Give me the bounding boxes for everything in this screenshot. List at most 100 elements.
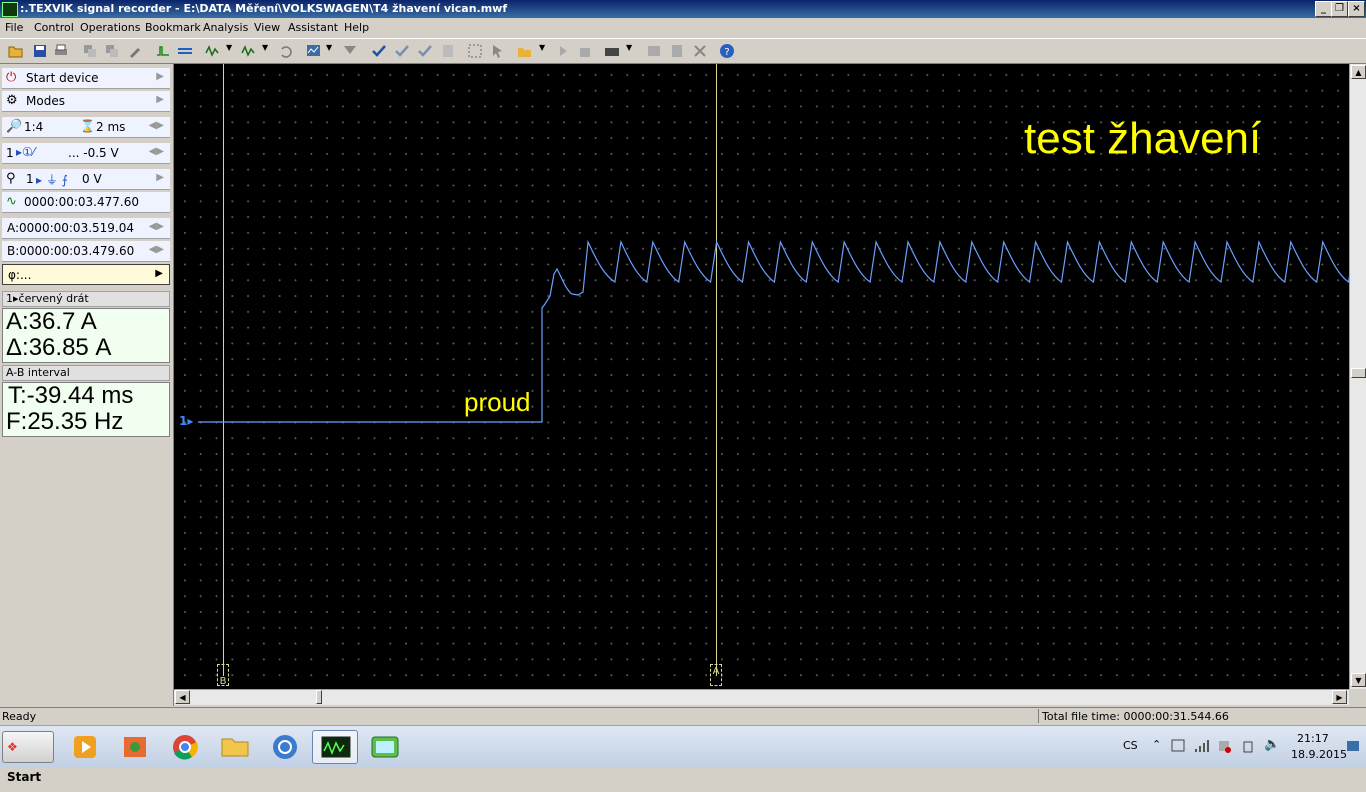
stepper-arrows-icon[interactable]: ◀▶ — [149, 120, 164, 131]
zoom-value: 1:4 — [24, 120, 44, 134]
zoom-wave-icon[interactable] — [306, 43, 322, 59]
show-hidden-icons-icon[interactable]: ⌃ — [1152, 738, 1161, 751]
trigger-channel: 1 — [26, 172, 34, 186]
paint-taskbar-icon[interactable] — [112, 730, 158, 764]
check-all-icon[interactable] — [417, 43, 433, 59]
modes-item[interactable]: ⚙ Modes ▶ — [2, 91, 170, 112]
bus-icon[interactable] — [177, 43, 193, 59]
notification-icon[interactable] — [1346, 740, 1362, 754]
cursor-a-row[interactable]: A:0000:00:03.519.04 ◀▶ — [2, 218, 170, 239]
document-icon[interactable] — [440, 43, 456, 59]
wave-icon[interactable] — [241, 43, 257, 59]
scroll-right-icon[interactable]: ▶ — [1332, 690, 1347, 704]
menu-control[interactable]: Control — [34, 21, 74, 34]
clock-time[interactable]: 21:17 — [1297, 732, 1329, 745]
menu-view[interactable]: View — [254, 21, 280, 34]
dropdown-arrow-icon[interactable]: ▼ — [262, 43, 278, 59]
trigger-row[interactable]: ⚲ 1 ▸ ⏚ ⨍ 0 V ▶ — [2, 169, 170, 190]
dropdown-arrow-icon[interactable]: ▼ — [226, 43, 242, 59]
language-indicator[interactable]: CS — [1123, 739, 1138, 752]
horizontal-scroll-thumb[interactable] — [316, 690, 322, 704]
cursor-b-value: B:0000:00:03.479.60 — [7, 244, 135, 258]
minimize-button[interactable]: _ — [1315, 1, 1332, 17]
channel-header: 1▸červený drát — [2, 291, 170, 307]
channel-icon: ▸①⁄ — [16, 145, 35, 159]
menu-operations[interactable]: Operations — [80, 21, 140, 34]
chevron-right-icon: ▶ — [156, 94, 164, 105]
dropdown-arrow-icon[interactable]: ▼ — [539, 43, 555, 59]
volume-icon[interactable]: 🔈 — [1264, 737, 1280, 752]
zoom-timebase-row[interactable]: 🔎 1:4 ⌛ 2 ms ◀▶ — [2, 117, 170, 138]
record-icon[interactable] — [577, 43, 593, 59]
action-center-icon[interactable] — [1170, 738, 1188, 754]
trigger-edge-icon: ▸ ⏚ ⨍ — [36, 173, 68, 187]
media-player-taskbar-icon[interactable] — [62, 730, 108, 764]
menu-analysis[interactable]: Analysis — [203, 21, 248, 34]
toolbar: ▼ ▼ ▼ ▼ ▼ ? — [0, 38, 1366, 64]
paste-icon[interactable] — [104, 43, 120, 59]
channel-marker[interactable]: 1▸ — [179, 414, 193, 428]
copy-icon[interactable] — [82, 43, 98, 59]
close-button[interactable]: × — [1348, 1, 1365, 17]
app-taskbar-icon[interactable] — [362, 730, 408, 764]
check-icon[interactable] — [371, 43, 387, 59]
pulse-icon: ∿ — [6, 194, 17, 209]
channel-row[interactable]: 1 ▸①⁄ ... -0.5 V ◀▶ — [2, 143, 170, 164]
menu-assistant[interactable]: Assistant — [288, 21, 338, 34]
remote-taskbar-icon[interactable] — [262, 730, 308, 764]
menu-file[interactable]: File — [5, 21, 23, 34]
trigger-time-row[interactable]: ∿ 0000:00:03.477.60 — [2, 192, 170, 213]
check-down-icon[interactable] — [394, 43, 410, 59]
print-icon[interactable] — [53, 43, 69, 59]
vertical-scrollbar[interactable]: ▲ ▼ — [1349, 64, 1366, 689]
modes-icon: ⚙ — [6, 93, 18, 108]
network-icon[interactable] — [1193, 738, 1211, 754]
phase-row[interactable]: φ:... ▶ — [2, 264, 170, 285]
save-icon[interactable] — [32, 43, 48, 59]
oscilloscope-display[interactable]: B A 1▸ test žhavení proud — [174, 64, 1349, 689]
stepper-arrows-icon[interactable]: ◀▶ — [149, 146, 164, 157]
play-icon[interactable] — [555, 43, 571, 59]
image-icon[interactable] — [646, 43, 662, 59]
menu-bookmark[interactable]: Bookmark — [145, 21, 201, 34]
interval-header: A-B interval — [2, 365, 170, 381]
page-icon[interactable] — [669, 43, 685, 59]
delete-icon[interactable] — [692, 43, 708, 59]
wave-icon[interactable] — [205, 43, 221, 59]
scroll-left-icon[interactable]: ◀ — [175, 690, 190, 704]
chevron-right-icon: ▶ — [156, 172, 164, 183]
horizontal-scrollbar[interactable]: ◀ ▶ — [174, 689, 1349, 705]
chrome-taskbar-icon[interactable] — [162, 730, 208, 764]
security-icon[interactable] — [1216, 738, 1234, 754]
vertical-scroll-thumb[interactable] — [1351, 368, 1366, 378]
undo-icon[interactable] — [278, 43, 294, 59]
total-file-time: Total file time: 0000:00:31.544.66 — [1038, 709, 1366, 723]
folder-icon[interactable] — [517, 43, 533, 59]
cursor-b-row[interactable]: B:0000:00:03.479.60 ◀▶ — [2, 241, 170, 262]
signal-icon[interactable] — [155, 43, 171, 59]
magnifier-icon: 🔎 — [6, 119, 23, 134]
start-button[interactable]: ❖ Start — [2, 731, 54, 784]
scroll-up-icon[interactable]: ▲ — [1351, 65, 1366, 79]
open-icon[interactable] — [8, 43, 24, 59]
scroll-down-icon[interactable]: ▼ — [1351, 673, 1366, 687]
select-icon[interactable] — [467, 43, 483, 59]
cursor-icon[interactable] — [490, 43, 506, 59]
texvik-taskbar-icon[interactable] — [312, 730, 358, 764]
stepper-arrows-icon[interactable]: ◀▶ — [149, 221, 164, 232]
menu-help[interactable]: Help — [344, 21, 369, 34]
power-plug-icon[interactable] — [1240, 738, 1258, 754]
scope-title: test žhavení — [1024, 114, 1262, 163]
stepper-arrows-icon[interactable]: ◀▶ — [149, 244, 164, 255]
tool-icon[interactable] — [127, 43, 143, 59]
restore-button[interactable]: ❐ — [1331, 1, 1348, 17]
dropdown-arrow-icon[interactable]: ▼ — [626, 43, 642, 59]
dropdown-arrow-icon[interactable]: ▼ — [326, 43, 342, 59]
help-icon[interactable]: ? — [719, 43, 735, 59]
keyboard-icon[interactable] — [604, 43, 620, 59]
clock-date[interactable]: 18.9.2015 — [1291, 748, 1347, 761]
control-panel: ⏻ Start device ▶ ⚙ Modes ▶ 🔎 1:4 ⌛ 2 ms … — [0, 64, 174, 706]
start-device-item[interactable]: ⏻ Start device ▶ — [2, 68, 170, 89]
marker-icon[interactable] — [342, 43, 358, 59]
explorer-taskbar-icon[interactable] — [212, 730, 258, 764]
